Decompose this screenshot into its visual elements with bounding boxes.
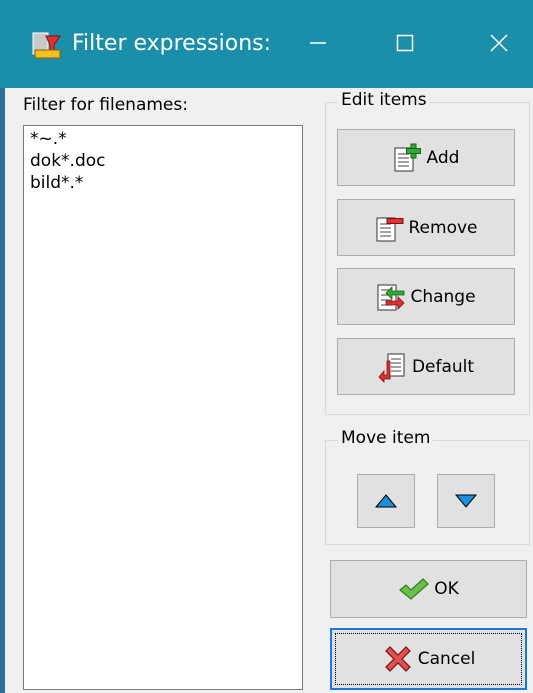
cancel-button[interactable]: Cancel: [330, 628, 527, 690]
ok-button[interactable]: OK: [330, 560, 527, 618]
maximize-button[interactable]: [380, 22, 430, 64]
filter-list-label: Filter for filenames:: [23, 95, 188, 115]
minimize-button[interactable]: [293, 22, 343, 64]
move-up-button[interactable]: [357, 474, 415, 528]
move-down-button[interactable]: [437, 474, 495, 528]
close-button[interactable]: [474, 22, 524, 64]
remove-item-icon: [375, 212, 405, 244]
ok-button-label: OK: [434, 579, 459, 599]
list-item[interactable]: *~.*: [30, 128, 296, 150]
remove-button[interactable]: Remove: [337, 199, 515, 256]
title-bar: Filter expressions:: [0, 0, 533, 88]
add-item-icon: [393, 142, 423, 174]
window-border: [0, 88, 5, 693]
arrow-down-icon: [455, 494, 477, 508]
add-button-label: Add: [426, 147, 460, 168]
minimize-icon: [310, 42, 326, 44]
cancel-x-icon: [382, 643, 414, 675]
remove-button-label: Remove: [408, 217, 478, 238]
arrow-up-icon: [375, 494, 397, 508]
checkmark-icon: [398, 577, 430, 601]
change-item-icon: [376, 281, 406, 313]
change-button[interactable]: Change: [337, 268, 515, 325]
edit-items-label: Edit items: [338, 90, 430, 110]
filter-listbox[interactable]: *~.* dok*.doc bild*.*: [23, 125, 303, 690]
list-item[interactable]: dok*.doc: [30, 150, 296, 172]
add-button[interactable]: Add: [337, 129, 515, 186]
move-item-label: Move item: [338, 428, 434, 448]
maximize-icon: [396, 34, 414, 52]
move-item-group: [325, 440, 530, 545]
default-button-label: Default: [411, 356, 475, 377]
window-title: Filter expressions:: [72, 31, 272, 56]
app-icon: [32, 28, 62, 60]
change-button-label: Change: [410, 286, 476, 307]
close-icon: [490, 34, 508, 52]
list-item[interactable]: bild*.*: [30, 172, 296, 194]
default-button[interactable]: Default: [337, 338, 515, 395]
cancel-button-label: Cancel: [417, 649, 476, 669]
default-item-icon: [378, 351, 408, 383]
